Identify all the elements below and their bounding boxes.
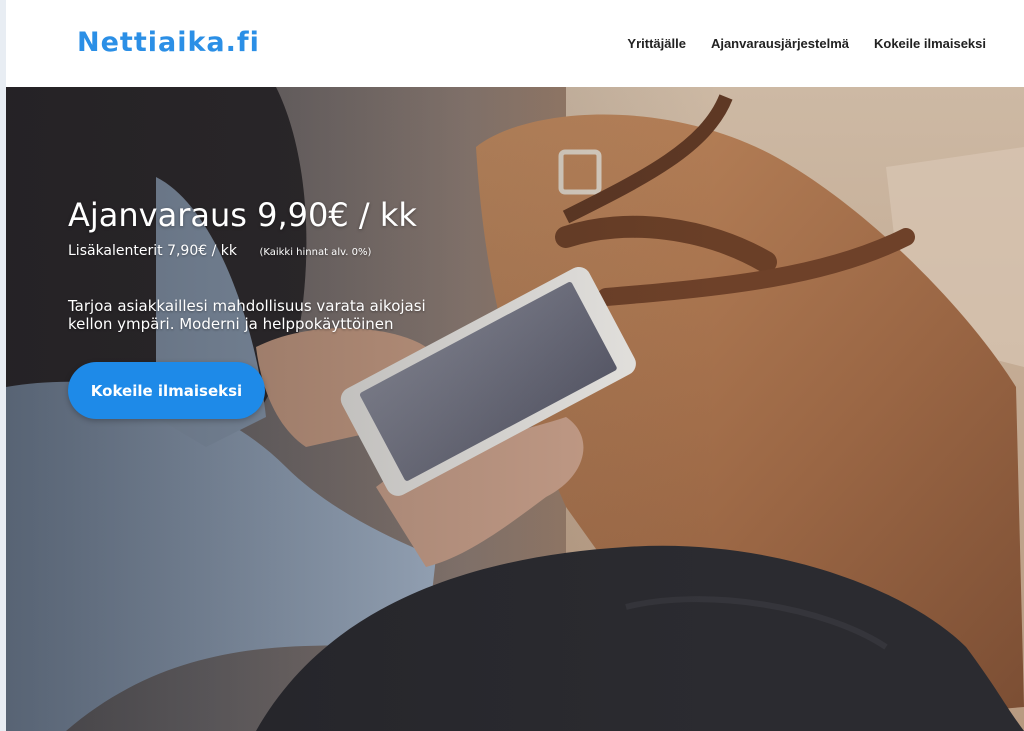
nav-item-yrittajalle[interactable]: Yrittäjälle: [627, 35, 686, 53]
try-free-button[interactable]: Kokeile ilmaiseksi: [68, 362, 265, 419]
main-nav: Yrittäjälle Ajanvarausjärjestelmä Kokeil…: [627, 35, 986, 53]
hero-description: Tarjoa asiakkaillesi mahdollisuus varata…: [68, 297, 426, 333]
hero-title: Ajanvaraus 9,90€ / kk: [68, 196, 417, 234]
site-header: Nettiaika.fi Yrittäjälle Ajanvarausjärje…: [6, 0, 1024, 87]
site-logo[interactable]: Nettiaika.fi: [77, 26, 260, 60]
extra-calendar-price: Lisäkalenterit 7,90€ / kk: [68, 243, 237, 259]
vat-note: (Kaikki hinnat alv. 0%): [259, 247, 372, 258]
hero-section: Ajanvaraus 9,90€ / kk Lisäkalenterit 7,9…: [6, 87, 1024, 731]
nav-item-ajanvarausjarjestelma[interactable]: Ajanvarausjärjestelmä: [711, 35, 849, 53]
hero-pricing-line: Lisäkalenterit 7,90€ / kk (Kaikki hinnat…: [68, 242, 371, 260]
nav-item-kokeile-ilmaiseksi[interactable]: Kokeile ilmaiseksi: [874, 35, 986, 53]
